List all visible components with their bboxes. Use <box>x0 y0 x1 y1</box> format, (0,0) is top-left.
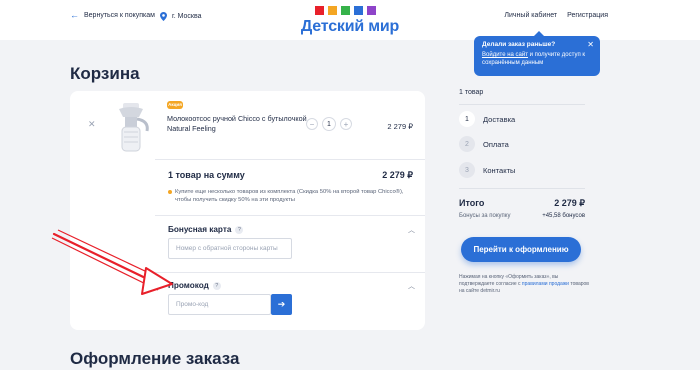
arrow-left-icon: ← <box>70 10 79 20</box>
step-number: 2 <box>459 136 475 152</box>
divider <box>155 215 425 216</box>
logo-square-green <box>341 6 350 15</box>
annotation-arrow-icon <box>51 229 173 295</box>
bonus-label: Бонусы за покупку <box>459 213 511 219</box>
sale-rules-link[interactable]: правилами продажи <box>522 281 569 287</box>
promo-note: Купите еще несколько товаров из комплект… <box>168 188 418 204</box>
site-logo[interactable]: Детский мир <box>298 4 408 38</box>
step-number: 3 <box>459 162 475 178</box>
help-icon[interactable]: ? <box>235 225 244 234</box>
location-pin-icon <box>160 12 167 21</box>
city-label: г. Москва <box>172 13 202 20</box>
bonus-value: +45,58 бонусов <box>542 213 585 219</box>
total-label: Итого <box>459 198 485 208</box>
logo-text: Детский мир <box>300 18 400 35</box>
tooltip-title: Делали заказ раньше? <box>482 41 556 48</box>
step-contacts[interactable]: 3 Контакты <box>459 162 515 178</box>
top-links: Личный кабинет Регистрация <box>504 12 608 19</box>
chevron-up-icon[interactable]: ︿ <box>408 281 415 291</box>
back-to-shopping-link[interactable]: ← Вернуться к покупкам <box>70 10 155 20</box>
account-link[interactable]: Личный кабинет <box>504 12 557 19</box>
product-name[interactable]: Молокоотсос ручной Chicco с бутылочкой N… <box>167 114 307 134</box>
item-price: 2 279 ₽ <box>387 122 413 131</box>
apply-promo-button[interactable]: ➔ <box>271 294 292 315</box>
checkout-button[interactable]: Перейти к оформлению <box>461 237 581 262</box>
divider <box>459 104 585 105</box>
page-title: Корзина <box>70 64 140 83</box>
product-image[interactable] <box>105 101 155 155</box>
legal-note: Нажимая на кнопку «Оформить заказ», вы п… <box>459 274 589 295</box>
login-tooltip: Делали заказ раньше? Войдите на сайт и п… <box>474 31 600 76</box>
step-delivery[interactable]: 1 Доставка <box>459 111 515 127</box>
back-label: Вернуться к покупкам <box>84 12 155 19</box>
info-dot-icon <box>168 190 172 194</box>
close-icon[interactable]: ✕ <box>587 40 594 49</box>
order-sidebar: 1 товар 1 Доставка 2 Оплата 3 Контакты И… <box>459 89 589 294</box>
bonus-card-input[interactable]: Номер с обратной стороны карты <box>168 238 292 259</box>
promo-code-input[interactable]: Промо-код <box>168 294 271 315</box>
promo-note-text: Купите еще несколько товаров из комплект… <box>175 189 404 203</box>
step-label: Оплата <box>483 139 509 149</box>
step-payment[interactable]: 2 Оплата <box>459 136 509 152</box>
promo-badge: Акция <box>167 101 183 109</box>
quantity-stepper: − 1 + <box>306 117 352 131</box>
divider <box>459 188 585 189</box>
help-icon[interactable]: ? <box>212 281 221 290</box>
arrow-right-icon: ➔ <box>277 299 286 309</box>
summary-value: 2 279 ₽ <box>382 170 413 180</box>
quantity-value[interactable]: 1 <box>322 117 336 131</box>
remove-item-icon[interactable]: ✕ <box>88 119 96 130</box>
divider <box>155 159 425 160</box>
summary-label: 1 товар на сумму <box>168 170 245 180</box>
logo-square-yellow <box>328 6 337 15</box>
register-link[interactable]: Регистрация <box>567 12 608 19</box>
tooltip-login-link[interactable]: Войдите на сайт <box>482 52 528 58</box>
divider <box>155 272 425 273</box>
city-selector[interactable]: г. Москва <box>160 12 202 21</box>
top-header: ← Вернуться к покупкам г. Москва Детский… <box>0 0 700 40</box>
tooltip-tail <box>534 31 544 36</box>
checkout-title: Оформление заказа <box>70 349 240 368</box>
logo-square-red <box>315 6 324 15</box>
decrease-button[interactable]: − <box>306 118 318 130</box>
logo-square-purple <box>367 6 376 15</box>
step-label: Контакты <box>483 165 516 175</box>
tooltip-text: Войдите на сайт и получите доступ к сохр… <box>482 51 592 67</box>
step-number: 1 <box>459 111 475 127</box>
item-count: 1 товар <box>459 89 484 96</box>
logo-square-blue <box>354 6 363 15</box>
chevron-up-icon[interactable]: ︿ <box>408 225 415 235</box>
total-value: 2 279 ₽ <box>554 198 585 208</box>
step-label: Доставка <box>483 114 516 124</box>
increase-button[interactable]: + <box>340 118 352 130</box>
